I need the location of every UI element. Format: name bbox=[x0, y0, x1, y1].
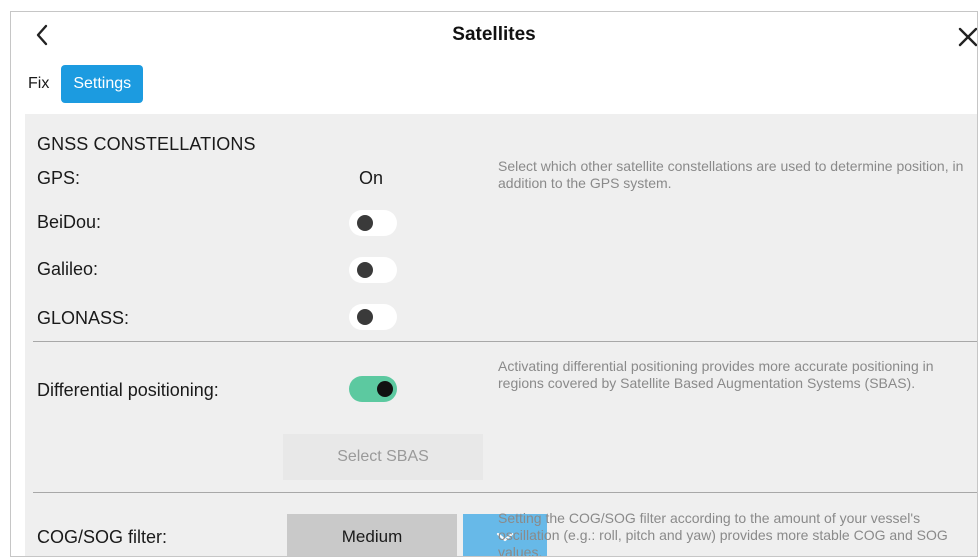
beidou-label: BeiDou: bbox=[37, 212, 102, 232]
beidou-toggle[interactable] bbox=[349, 210, 397, 236]
satellites-window: Satellites Fix Settings GNSS CONSTELLATI… bbox=[10, 11, 978, 557]
tab-bar: Fix Settings bbox=[23, 65, 144, 103]
differential-description: Activating differential positioning prov… bbox=[498, 358, 934, 391]
toggle-knob bbox=[357, 262, 373, 278]
tab-fix[interactable]: Fix bbox=[23, 65, 61, 103]
differential-label: Differential positioning: bbox=[37, 380, 219, 400]
cog-sog-description: Setting the COG/SOG filter according to … bbox=[498, 510, 948, 557]
toggle-knob bbox=[357, 215, 373, 231]
gnss-description: Select which other satellite constellati… bbox=[498, 158, 964, 191]
cog-sog-value-button[interactable]: Medium bbox=[287, 514, 457, 556]
galileo-toggle[interactable] bbox=[349, 257, 397, 283]
glonass-label: GLONASS: bbox=[37, 308, 130, 328]
galileo-label: Galileo: bbox=[37, 259, 99, 279]
glonass-toggle[interactable] bbox=[349, 304, 397, 330]
differential-toggle[interactable] bbox=[349, 376, 397, 402]
section-divider bbox=[33, 492, 977, 493]
toggle-knob bbox=[357, 309, 373, 325]
cog-sog-label: COG/SOG filter: bbox=[37, 527, 168, 547]
close-icon bbox=[958, 27, 977, 47]
gnss-section-title: GNSS CONSTELLATIONS bbox=[37, 134, 256, 154]
gps-value: On bbox=[359, 168, 384, 188]
select-sbas-button[interactable]: Select SBAS bbox=[283, 434, 483, 480]
gps-label: GPS: bbox=[37, 168, 81, 188]
toggle-knob bbox=[377, 381, 393, 397]
tab-settings[interactable]: Settings bbox=[61, 65, 144, 103]
settings-panel: GNSS CONSTELLATIONS GPS: On Select which… bbox=[25, 114, 977, 557]
section-divider bbox=[33, 341, 977, 342]
close-button[interactable] bbox=[953, 22, 977, 52]
page-title: Satellites bbox=[452, 24, 536, 45]
header-bar: Satellites bbox=[11, 12, 977, 60]
